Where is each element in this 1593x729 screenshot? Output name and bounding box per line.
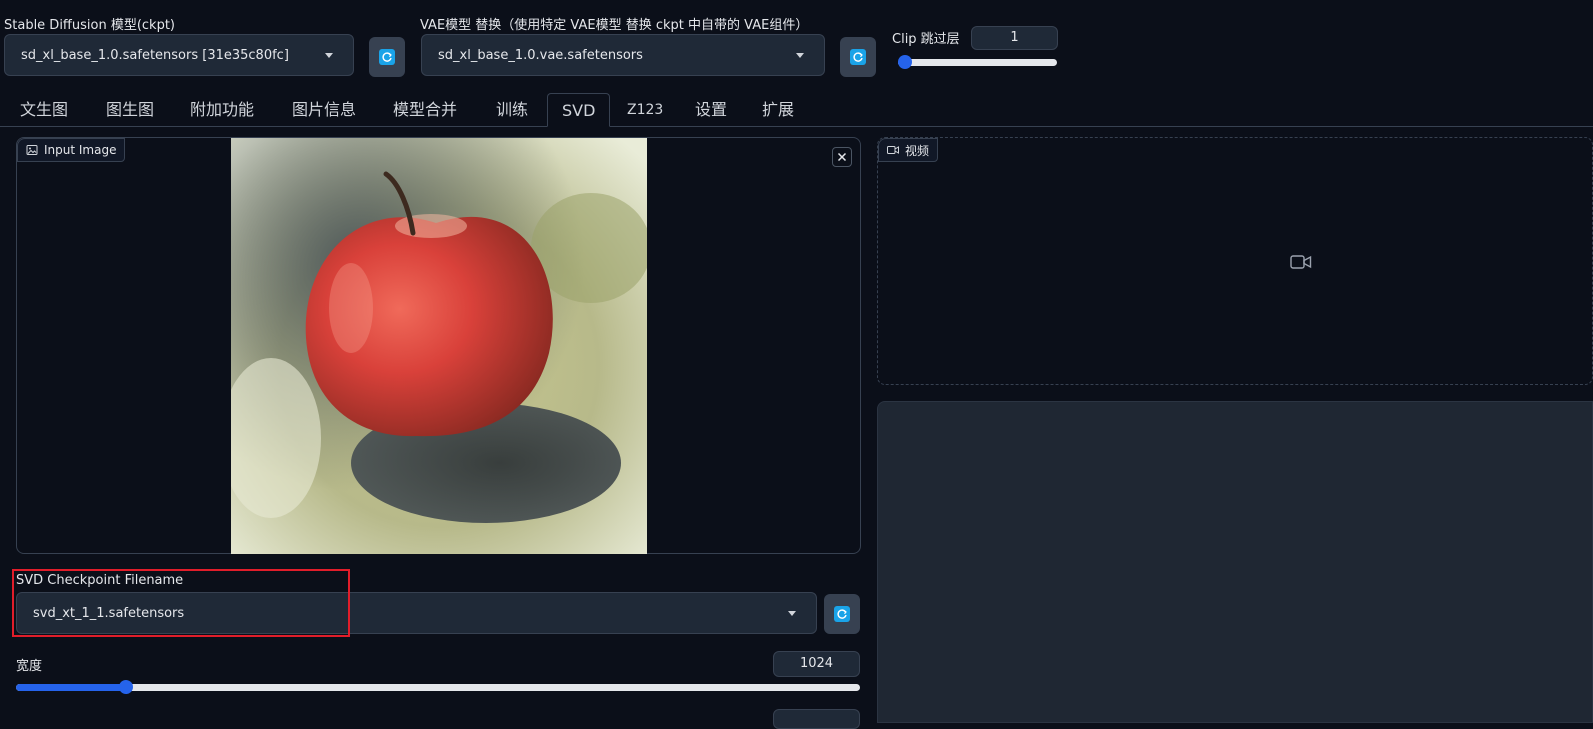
tab-checkpoint-merger[interactable]: 模型合并 [393,93,457,127]
refresh-icon [850,49,866,65]
video-label: 视频 [905,143,930,158]
clip-skip-input[interactable]: 1 [971,26,1058,50]
sd-model-label: Stable Diffusion 模型(ckpt) [4,18,176,33]
chevron-down-icon [325,53,333,58]
tab-txt2img[interactable]: 文生图 [20,93,68,127]
width-slider-thumb[interactable] [118,680,133,694]
vae-model-value: sd_xl_base_1.0.vae.safetensors [438,47,643,63]
tab-img2img[interactable]: 图生图 [106,93,154,127]
video-panel: 视频 [877,137,1593,385]
close-icon [837,152,847,162]
sd-model-refresh-button[interactable] [369,37,405,77]
main-tabs: 文生图 图生图 附加功能 图片信息 模型合并 训练 SVD Z123 设置 扩展 [0,93,1593,127]
tab-extras[interactable]: 附加功能 [190,93,254,127]
vae-model-refresh-button[interactable] [840,37,876,77]
vae-model-dropdown[interactable]: sd_xl_base_1.0.vae.safetensors [421,34,825,76]
width-label: 宽度 [16,659,43,674]
input-image-chip: Input Image [17,138,126,162]
vae-model-label: VAE模型 替换（使用特定 VAE模型 替换 ckpt 中自带的 VAE组件） [420,18,809,33]
tab-train[interactable]: 训练 [496,93,528,127]
tab-png-info[interactable]: 图片信息 [292,93,356,127]
input-image-panel[interactable]: Input Image [16,137,861,554]
clip-skip-label: Clip 跳过层 [892,32,960,47]
refresh-icon [834,606,850,622]
clip-skip-slider[interactable] [898,55,1057,69]
close-button[interactable] [832,147,852,167]
sd-model-dropdown[interactable]: sd_xl_base_1.0.safetensors [31e35c80fc] [4,34,354,76]
video-camera-icon [887,146,899,154]
width-input[interactable]: 1024 [773,651,860,677]
output-panel [877,401,1593,723]
tab-z123[interactable]: Z123 [627,93,663,127]
uploaded-apple-image [231,138,647,554]
svd-checkpoint-refresh-button[interactable] [824,594,860,634]
clip-skip-slider-thumb[interactable] [898,55,912,69]
next-field-input[interactable] [773,709,860,729]
input-image-label: Input Image [44,143,117,157]
chevron-down-icon [796,53,804,58]
sd-model-value: sd_xl_base_1.0.safetensors [31e35c80fc] [21,47,289,63]
tab-svd[interactable]: SVD [547,93,611,127]
refresh-icon [379,49,395,65]
highlight-box [12,569,350,637]
video-chip: 视频 [878,138,939,162]
tab-settings[interactable]: 设置 [695,93,727,127]
chevron-down-icon [788,611,796,616]
image-icon [26,145,38,155]
tab-extensions[interactable]: 扩展 [762,93,794,127]
width-slider-fill [16,684,126,691]
video-placeholder-icon [1290,255,1312,269]
width-slider[interactable] [16,680,860,694]
